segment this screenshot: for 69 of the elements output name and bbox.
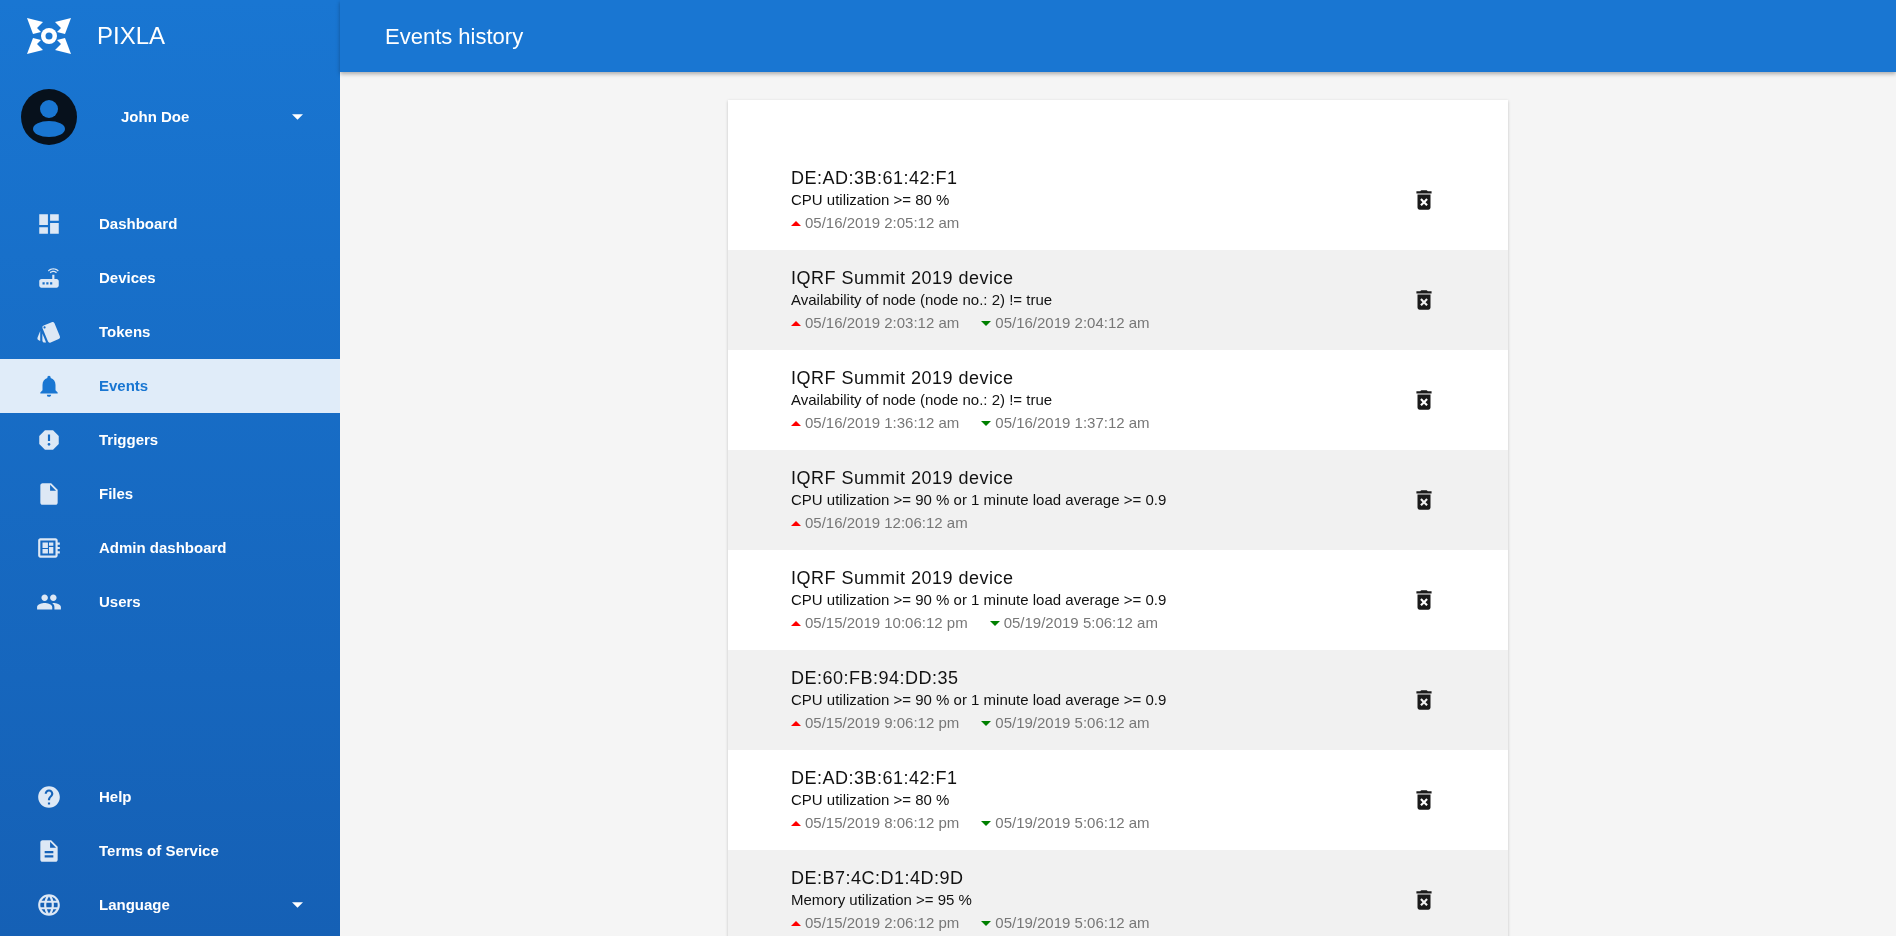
device-name: IQRF Summit 2019 device [791,366,1015,390]
nav-item[interactable]: Files [0,467,340,521]
device-name: DE:B7:4C:D1:4D:9D [791,866,965,890]
event-time: 05/19/2019 5:06:12 am [995,712,1150,733]
event-time: 05/19/2019 5:06:12 am [1003,612,1158,633]
down-triangle-icon [989,620,1000,626]
event-condition: CPU utilization >= 90 % or 1 minute load average >= 0.9 [791,489,1168,510]
caret-icon [292,114,303,120]
event-condition: CPU utilization >= 90 % or 1 minute load average >= 0.9 [791,689,1168,710]
event-time: 05/16/2019 1:36:12 am [805,412,960,433]
up-triangle-icon [791,220,801,226]
event-condition: Availability of node (node no.: 2) != true [791,389,1054,410]
up-triangle-icon [791,920,801,926]
nav-item[interactable]: Help [0,770,340,824]
device-name: IQRF Summit 2019 device [791,466,1015,490]
nav-item[interactable]: Admin dashboard [0,521,340,575]
event-time: 05/16/2019 2:03:12 am [805,312,960,333]
avatar-icon [21,89,77,145]
brand-name: PIXLA [97,21,166,51]
user-name[interactable]: John Doe [121,105,190,129]
board-icon [36,535,62,561]
down-triangle-icon [981,920,992,926]
nav-item[interactable]: Dashboard [0,197,340,251]
page-title: Events history [385,22,524,51]
down-triangle-icon [981,420,992,426]
nav-item[interactable]: Terms of Service [0,824,340,878]
event-time: 05/15/2019 10:06:12 pm [805,612,968,633]
event-time: 05/16/2019 1:37:12 am [995,412,1150,433]
nav-item[interactable]: Devices [0,251,340,305]
cards-icon [36,319,62,345]
nav-item[interactable]: Users [0,575,340,629]
event-condition: Memory utilization >= 95 % [791,889,973,910]
device-name: IQRF Summit 2019 device [791,266,1015,290]
down-triangle-icon [981,320,992,326]
up-triangle-icon [791,820,801,826]
nav-item[interactable]: Language [0,878,340,932]
logo-icon [27,18,71,54]
up-triangle-icon [791,620,801,626]
globe-icon [36,892,62,918]
up-triangle-icon [791,720,801,726]
event-condition: CPU utilization >= 80 % [791,789,951,810]
event-time: 05/15/2019 2:06:12 pm [805,912,960,933]
event-time: 05/15/2019 9:06:12 pm [805,712,960,733]
nav-item[interactable]: Events [0,359,340,413]
device-name: DE:AD:3B:61:42:F1 [791,166,959,190]
event-time: 05/16/2019 12:06:12 am [805,512,968,533]
event-time: 05/15/2019 8:06:12 pm [805,812,960,833]
down-triangle-icon [981,720,992,726]
event-time: 05/16/2019 2:04:12 am [995,312,1150,333]
up-triangle-icon [791,420,801,426]
event-time: 05/16/2019 2:05:12 am [805,212,960,233]
nav-item[interactable]: Triggers [0,413,340,467]
nav-item[interactable]: Tokens [0,305,340,359]
event-time: 05/19/2019 5:06:12 am [995,812,1150,833]
alert-octagon-icon [36,427,62,453]
device-name: IQRF Summit 2019 device [791,566,1015,590]
router-icon [36,265,62,291]
event-condition: CPU utilization >= 90 % or 1 minute load average >= 0.9 [791,589,1168,610]
device-name: DE:60:FB:94:DD:35 [791,666,960,690]
dashboard-icon [36,211,62,237]
event-condition: CPU utilization >= 80 % [791,189,951,210]
event-time: 05/19/2019 5:06:12 am [995,912,1150,933]
up-triangle-icon [791,320,801,326]
device-name: DE:AD:3B:61:42:F1 [791,766,959,790]
up-triangle-icon [791,520,801,526]
help-icon [36,784,62,810]
event-condition: Availability of node (node no.: 2) != true [791,289,1054,310]
caret-icon [292,902,303,908]
down-triangle-icon [981,820,992,826]
